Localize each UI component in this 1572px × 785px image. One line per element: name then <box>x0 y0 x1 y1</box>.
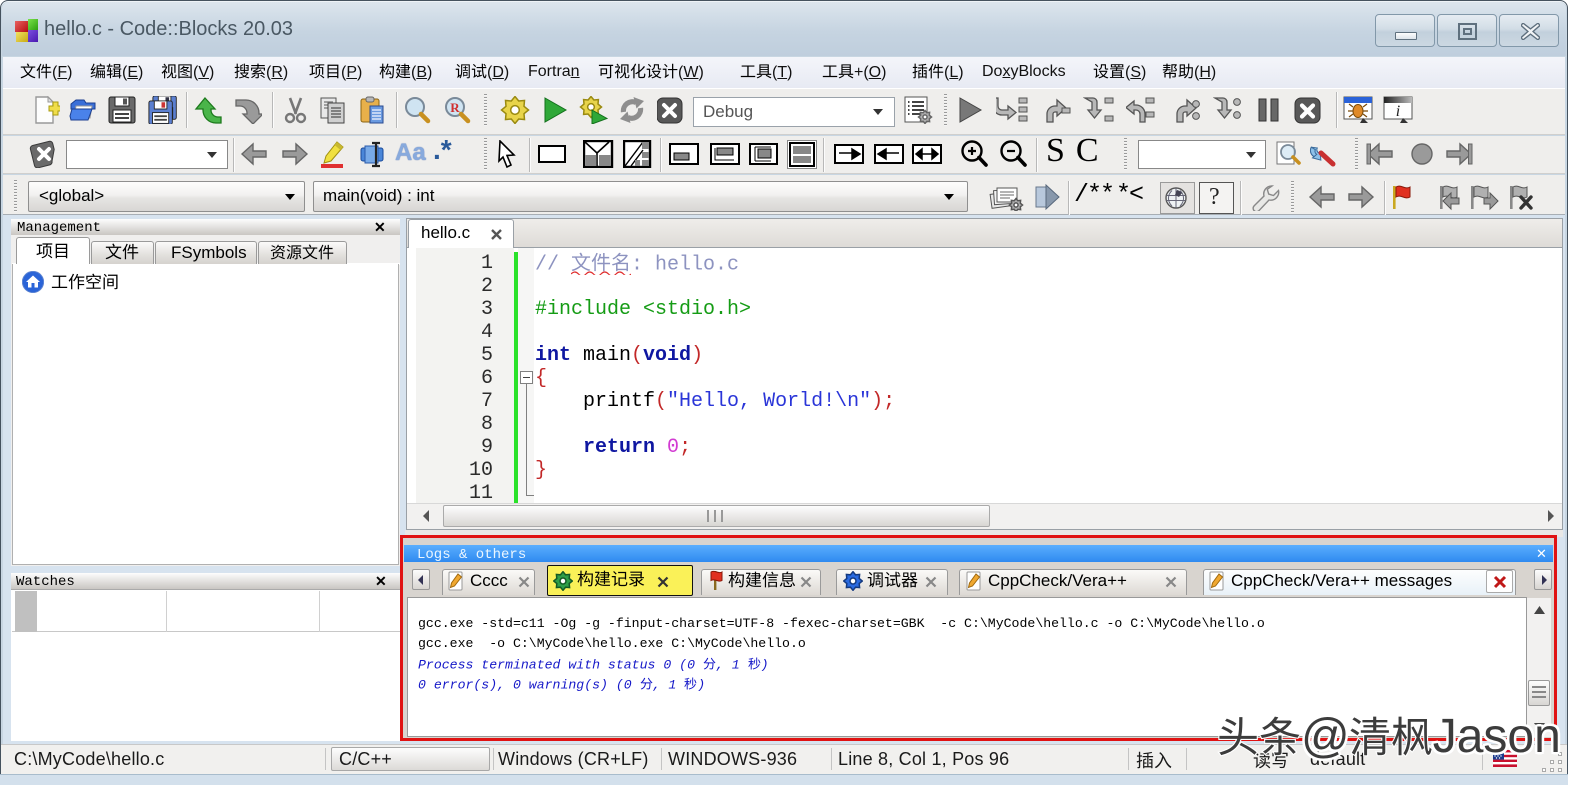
svg-text:R: R <box>450 100 460 115</box>
svg-text:i: i <box>1396 103 1400 120</box>
